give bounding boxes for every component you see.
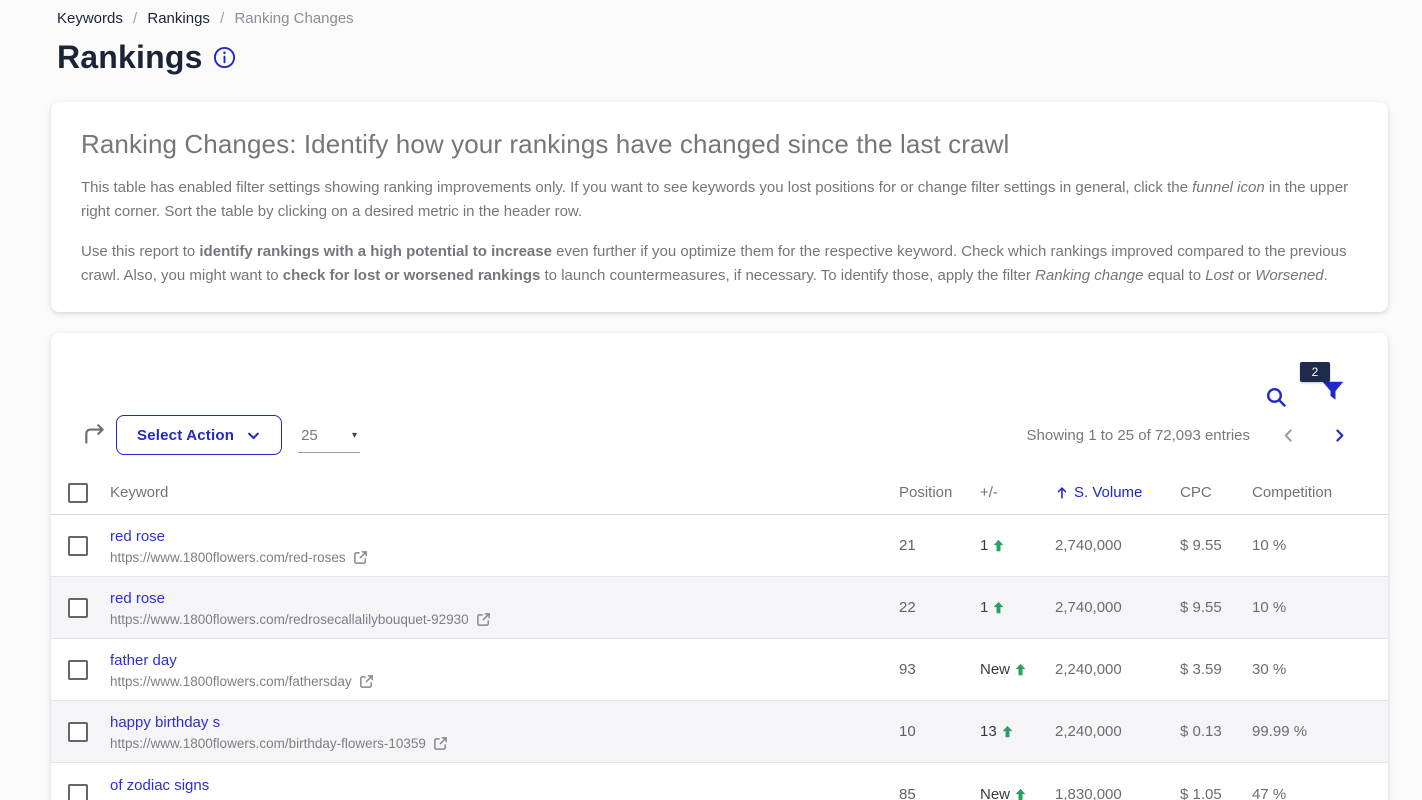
column-header-change[interactable]: +/- (980, 484, 1055, 501)
sort-ascending-icon (1055, 485, 1069, 500)
keyword-link[interactable]: red rose (110, 528, 165, 545)
page-header: Keywords / Rankings / Ranking Changes Ra… (0, 0, 1422, 76)
table-row: happy birthday s https://www.1800flowers… (51, 701, 1388, 763)
search-icon[interactable] (1264, 385, 1288, 409)
position-value: 93 (899, 661, 980, 678)
info-card: Ranking Changes: Identify how your ranki… (51, 102, 1388, 312)
select-action-dropdown[interactable]: Select Action (116, 415, 282, 455)
rankings-table-card: 2 Select Action 25 ▾ Showing 1 to 25 o (51, 333, 1388, 800)
position-value: 10 (899, 723, 980, 740)
breadcrumb-current: Ranking Changes (234, 10, 353, 27)
table-toolbar: Select Action 25 ▾ Showing 1 to 25 of 72… (51, 409, 1388, 471)
row-checkbox[interactable] (68, 660, 88, 680)
cpc-value: $ 1.05 (1180, 786, 1252, 800)
chevron-right-icon (1331, 427, 1348, 444)
row-checkbox[interactable] (68, 722, 88, 742)
breadcrumb-rankings[interactable]: Rankings (147, 10, 210, 27)
up-arrow-icon (1014, 663, 1027, 676)
change-value: New (980, 786, 1055, 800)
keyword-url: https://www.1800flowers.com/fathersday (110, 674, 352, 689)
table-body: red rose https://www.1800flowers.com/red… (51, 515, 1388, 800)
showing-entries-text: Showing 1 to 25 of 72,093 entries (1027, 427, 1251, 444)
row-checkbox[interactable] (68, 598, 88, 618)
search-volume-value: 2,740,000 (1055, 537, 1180, 554)
position-value: 21 (899, 537, 980, 554)
keyword-link[interactable]: father day (110, 652, 177, 669)
up-arrow-icon (992, 601, 1005, 614)
table-row: father day https://www.1800flowers.com/f… (51, 639, 1388, 701)
keyword-url: https://www.1800flowers.com/birthday-flo… (110, 736, 426, 751)
column-header-competition[interactable]: Competition (1252, 484, 1388, 501)
chevron-down-icon (246, 428, 261, 443)
competition-value: 10 % (1252, 599, 1388, 616)
table-header-row: Keyword Position +/- S. Volume CPC Compe… (51, 471, 1388, 515)
column-header-position[interactable]: Position (899, 484, 980, 501)
external-link-icon[interactable] (353, 550, 368, 565)
table-row: of zodiac signs https://www.1800flowers.… (51, 763, 1388, 800)
competition-value: 30 % (1252, 661, 1388, 678)
change-value: 13 (980, 723, 1055, 740)
cpc-value: $ 9.55 (1180, 599, 1252, 616)
up-arrow-icon (992, 539, 1005, 552)
select-all-checkbox[interactable] (68, 483, 88, 503)
position-value: 85 (899, 786, 980, 800)
keyword-url: https://www.1800flowers.com/redrosecalla… (110, 612, 469, 627)
search-volume-value: 2,240,000 (1055, 723, 1180, 740)
chevron-left-icon (1280, 427, 1297, 444)
keyword-url: https://www.1800flowers.com/red-roses (110, 550, 346, 565)
page-title: Rankings (57, 39, 203, 76)
next-page-button[interactable] (1331, 427, 1348, 444)
page-size-select[interactable]: 25 ▾ (298, 427, 360, 453)
search-volume-value: 1,830,000 (1055, 786, 1180, 800)
change-value: New (980, 661, 1055, 678)
previous-page-button[interactable] (1280, 427, 1297, 444)
breadcrumb-keywords[interactable]: Keywords (57, 10, 123, 27)
filter-count-badge: 2 (1300, 362, 1330, 382)
export-arrow-icon[interactable] (82, 422, 108, 448)
column-header-keyword[interactable]: Keyword (110, 484, 899, 501)
breadcrumb-separator: / (133, 10, 137, 27)
table-row: red rose https://www.1800flowers.com/red… (51, 577, 1388, 639)
competition-value: 99.99 % (1252, 723, 1388, 740)
info-icon[interactable] (213, 46, 236, 69)
up-arrow-icon (1001, 725, 1014, 738)
position-value: 22 (899, 599, 980, 616)
table-row: red rose https://www.1800flowers.com/red… (51, 515, 1388, 577)
competition-value: 47 % (1252, 786, 1388, 800)
info-card-paragraph-1: This table has enabled filter settings s… (81, 176, 1358, 225)
external-link-icon[interactable] (433, 736, 448, 751)
cpc-value: $ 3.59 (1180, 661, 1252, 678)
info-card-paragraph-2: Use this report to identify rankings wit… (81, 240, 1358, 289)
external-link-icon[interactable] (476, 612, 491, 627)
change-value: 1 (980, 599, 1055, 616)
competition-value: 10 % (1252, 537, 1388, 554)
column-header-volume[interactable]: S. Volume (1055, 484, 1180, 501)
row-checkbox[interactable] (68, 536, 88, 556)
info-card-heading: Ranking Changes: Identify how your ranki… (81, 129, 1358, 160)
funnel-icon[interactable] (1320, 378, 1346, 404)
breadcrumb-separator: / (220, 10, 224, 27)
keyword-link[interactable]: of zodiac signs (110, 777, 209, 794)
up-arrow-icon (1014, 788, 1027, 800)
keyword-link[interactable]: happy birthday s (110, 714, 220, 731)
column-header-cpc[interactable]: CPC (1180, 484, 1252, 501)
search-volume-value: 2,240,000 (1055, 661, 1180, 678)
cpc-value: $ 9.55 (1180, 537, 1252, 554)
row-checkbox[interactable] (68, 784, 88, 800)
cpc-value: $ 0.13 (1180, 723, 1252, 740)
search-volume-value: 2,740,000 (1055, 599, 1180, 616)
caret-down-icon: ▾ (352, 430, 357, 441)
external-link-icon[interactable] (359, 674, 374, 689)
keyword-link[interactable]: red rose (110, 590, 165, 607)
change-value: 1 (980, 537, 1055, 554)
breadcrumb: Keywords / Rankings / Ranking Changes (57, 10, 1422, 27)
